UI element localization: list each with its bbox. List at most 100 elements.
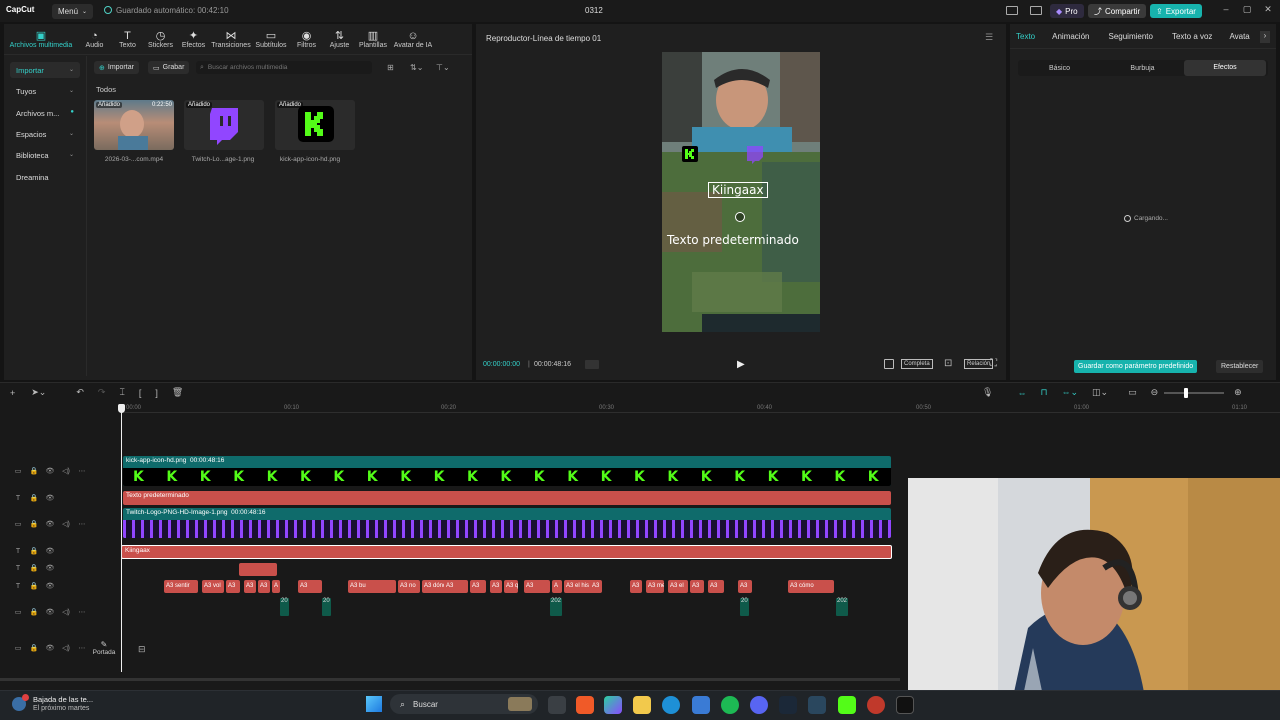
reset-button[interactable]: Restablecer [1216,360,1264,373]
quality-button[interactable]: Completa [901,359,933,369]
eye-icon[interactable]: 👁 [42,644,58,652]
media-search[interactable]: ⌕ [196,61,372,74]
tool-audio[interactable]: ◔ Audio [78,30,111,49]
undo-icon[interactable]: ↶ [76,387,84,398]
select-tool-icon[interactable]: ➤⌄ [31,387,46,398]
more-icon[interactable]: ⋯ [74,608,90,616]
subtitle-clip[interactable]: A3 [524,580,550,593]
pro-button[interactable]: ◆ Pro [1050,4,1084,18]
tool-text[interactable]: T Texto [111,30,144,49]
mic-icon[interactable]: 🎙 [982,387,993,398]
subtitle-clip[interactable]: A3 [298,580,322,593]
overlay-text-kiingaax[interactable]: Kiingaax [708,182,768,198]
media-item-twitch[interactable]: Añadido [184,100,264,150]
tab-tracking[interactable]: Seguimiento [1108,32,1152,41]
audio-marker[interactable]: 20 [322,598,331,616]
audio-icon[interactable]: ◁) [58,467,74,475]
eye-icon[interactable]: 👁 [42,494,58,502]
sidebar-item-files[interactable]: Archivos m... ● [10,105,80,121]
lock-icon[interactable]: 🔒 [26,467,42,475]
audio-marker[interactable]: 202 [550,598,563,616]
close-icon[interactable]: ✕ [1258,4,1278,18]
subtitle-clip[interactable]: A3 [708,580,724,593]
store-icon[interactable] [692,696,710,714]
tool-stickers[interactable]: ◷ Stickers [144,30,177,49]
sidebar-item-spaces[interactable]: Espacios ⌄ [10,126,80,142]
magnet-icon[interactable]: ⊓ [1040,387,1047,398]
import-button[interactable]: ⊕ Importar [94,61,139,74]
audio-marker[interactable]: 202 [836,598,849,616]
track-text-default[interactable]: Texto predeterminado [123,491,891,505]
zoom-in-icon[interactable]: ⊕ [1234,387,1242,398]
sidebar-item-library[interactable]: Biblioteca ⌄ [10,147,80,163]
player-menu-icon[interactable]: ☰ [985,32,993,43]
layout-icon[interactable] [1006,6,1018,15]
eye-icon[interactable]: 👁 [42,608,58,616]
steam-alt-icon[interactable] [808,696,826,714]
discord-icon[interactable] [750,696,768,714]
tab-tts[interactable]: Texto a voz [1172,32,1212,41]
tool-transitions[interactable]: ⋈ Transiciones [210,30,252,49]
preview-axis-icon[interactable]: ◫⌄ [1092,387,1108,398]
tool-subtitles[interactable]: ▭ Subtítulos [252,30,290,49]
tool-media[interactable]: ▣ Archivos multimedia [4,30,78,49]
search-input[interactable] [207,64,358,71]
audio-marker[interactable]: 20 [740,598,749,616]
delete-icon[interactable]: 🗑 [172,387,183,398]
task-view-icon[interactable] [548,696,566,714]
redo-icon[interactable]: ↷ [98,387,106,398]
subtitle-clip[interactable]: A3 me [646,580,664,593]
grid-view-icon[interactable]: ⊞ [387,63,394,72]
overlay-text-default[interactable]: Texto predeterminado [667,233,799,247]
file-explorer-icon[interactable] [633,696,651,714]
eye-icon[interactable]: 👁 [42,582,58,590]
zoom-slider-handle[interactable] [1184,387,1189,398]
fullscreen-icon[interactable]: ⛶ [990,358,997,369]
add-track-icon[interactable]: + [10,388,15,398]
subtitle-clip[interactable]: A3 no [398,580,420,593]
subtitle-clip[interactable]: A3 que [504,580,518,593]
tabs-scroll-icon[interactable]: › [1260,31,1270,43]
split-icon[interactable]: ⌶ [119,387,124,398]
audio-icon[interactable]: ◁) [58,608,74,616]
zoom-out-icon[interactable]: ⊖ [1151,387,1159,398]
subtitle-clip[interactable]: A3 sentir [164,580,198,593]
copilot-icon[interactable] [604,696,622,714]
lock-icon[interactable]: 🔒 [26,494,42,502]
more-icon[interactable]: ⋯ [74,644,90,652]
sort-icon[interactable]: ⇅⌄ [410,63,423,72]
subtitle-clip[interactable]: A3 [258,580,270,593]
more-icon[interactable]: ⋯ [74,467,90,475]
ratio-icon[interactable] [884,359,894,369]
tab-text[interactable]: Texto [1016,32,1035,41]
eye-icon[interactable]: 👁 [42,547,58,555]
sidebar-item-dreamina[interactable]: Dreamina [10,169,80,185]
aspect-ratio-button[interactable]: Relación [964,359,994,369]
audio-icon[interactable]: ◁) [58,644,74,652]
subtitle-clip[interactable]: A3 [738,580,752,593]
split-right-icon[interactable]: ] [155,388,158,398]
tool-adjust[interactable]: ⇅ Ajuste [323,30,356,49]
share-button[interactable]: ⤴ Compartir [1088,4,1147,18]
subtitle-clip[interactable]: A3 [244,580,256,593]
timecode-grid-icon[interactable] [585,360,599,369]
tool-ai-avatar[interactable]: ☺ Avatar de IA [390,30,436,49]
split-left-icon[interactable]: [ [139,388,142,398]
shortcuts-icon[interactable] [1030,6,1042,15]
tab-animation[interactable]: Animación [1052,32,1089,41]
lock-icon[interactable]: 🔒 [26,644,42,652]
edge-icon[interactable] [662,696,680,714]
app-icon[interactable] [867,696,885,714]
subtitle-clip[interactable]: A3 [470,580,486,593]
record-button[interactable]: ▭ Grabar [148,61,190,74]
video-preview[interactable]: Kiingaax Texto predeterminado [662,52,820,332]
eye-icon[interactable]: 👁 [42,564,58,572]
sidebar-item-yours[interactable]: Tuyos ⌄ [10,83,80,99]
playhead[interactable] [121,404,122,672]
export-button[interactable]: ⇪ Exportar [1150,4,1202,18]
main-track-icon[interactable]: ⊟ [138,644,146,655]
maximize-icon[interactable]: ▢ [1237,4,1257,18]
subtitle-clip[interactable]: A3 [490,580,502,593]
track-kick-sticker[interactable]: kick-app-icon-hd.png 00:00:48:16 K K K K K K K… [123,456,891,486]
subtitle-clip[interactable]: A [552,580,562,593]
